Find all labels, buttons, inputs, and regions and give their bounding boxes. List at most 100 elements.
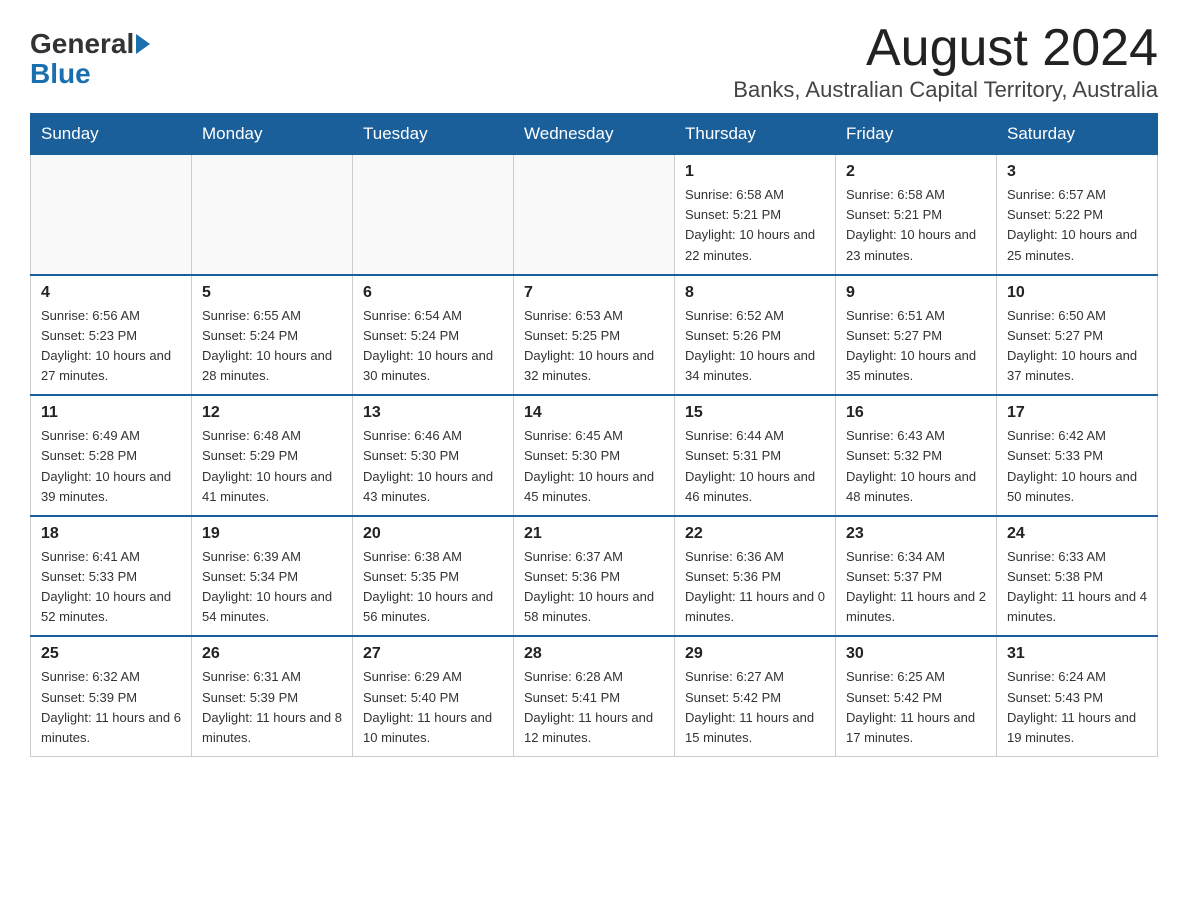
day-number: 4 xyxy=(41,284,181,302)
logo-general: General xyxy=(30,30,134,58)
month-title: August 2024 xyxy=(733,20,1158,77)
day-info: Sunrise: 6:41 AM Sunset: 5:33 PM Dayligh… xyxy=(41,547,181,628)
day-info: Sunrise: 6:58 AM Sunset: 5:21 PM Dayligh… xyxy=(846,185,986,266)
calendar-header-tuesday: Tuesday xyxy=(353,114,514,155)
logo: General Blue xyxy=(30,30,150,90)
day-number: 28 xyxy=(524,645,664,663)
day-info: Sunrise: 6:38 AM Sunset: 5:35 PM Dayligh… xyxy=(363,547,503,628)
calendar-week-row: 4Sunrise: 6:56 AM Sunset: 5:23 PM Daylig… xyxy=(31,275,1158,396)
calendar-cell: 3 Sunrise: 6:57 AM Sunset: 5:22 PM Daylig… xyxy=(997,155,1158,275)
day-info: Sunrise: 6:27 AM Sunset: 5:42 PM Dayligh… xyxy=(685,667,825,748)
calendar-header-thursday: Thursday xyxy=(675,114,836,155)
day-number: 19 xyxy=(202,525,342,543)
calendar-cell: 21Sunrise: 6:37 AM Sunset: 5:36 PM Dayli… xyxy=(514,516,675,637)
day-number: 15 xyxy=(685,404,825,422)
day-number: 27 xyxy=(363,645,503,663)
day-info: Sunrise: 6:31 AM Sunset: 5:39 PM Dayligh… xyxy=(202,667,342,748)
day-info: Sunrise: 6:54 AM Sunset: 5:24 PM Dayligh… xyxy=(363,306,503,387)
day-info: Sunrise: 6:25 AM Sunset: 5:42 PM Dayligh… xyxy=(846,667,986,748)
calendar-cell: 26 Sunrise: 6:31 AM Sunset: 5:39 PM Dayli… xyxy=(192,636,353,756)
day-number: 20 xyxy=(363,525,503,543)
calendar-cell: 28Sunrise: 6:28 AM Sunset: 5:41 PM Dayli… xyxy=(514,636,675,756)
calendar-cell: 19 Sunrise: 6:39 AM Sunset: 5:34 PM Dayli… xyxy=(192,516,353,637)
calendar-cell: 29 Sunrise: 6:27 AM Sunset: 5:42 PM Dayli… xyxy=(675,636,836,756)
title-area: August 2024 Banks, Australian Capital Te… xyxy=(733,20,1158,103)
day-info: Sunrise: 6:44 AM Sunset: 5:31 PM Dayligh… xyxy=(685,426,825,507)
day-info: Sunrise: 6:29 AM Sunset: 5:40 PM Dayligh… xyxy=(363,667,503,748)
calendar-cell: 9Sunrise: 6:51 AM Sunset: 5:27 PM Daylig… xyxy=(836,275,997,396)
header: General Blue August 2024 Banks, Australi… xyxy=(30,20,1158,103)
day-number: 22 xyxy=(685,525,825,543)
day-number: 16 xyxy=(846,404,986,422)
calendar-cell: 12Sunrise: 6:48 AM Sunset: 5:29 PM Dayli… xyxy=(192,395,353,516)
calendar-header-row: SundayMondayTuesdayWednesdayThursdayFrid… xyxy=(31,114,1158,155)
day-info: Sunrise: 6:57 AM Sunset: 5:22 PM Dayligh… xyxy=(1007,185,1147,266)
day-info: Sunrise: 6:24 AM Sunset: 5:43 PM Dayligh… xyxy=(1007,667,1147,748)
day-number: 7 xyxy=(524,284,664,302)
day-info: Sunrise: 6:36 AM Sunset: 5:36 PM Dayligh… xyxy=(685,547,825,628)
calendar-cell: 7 Sunrise: 6:53 AM Sunset: 5:25 PM Daylig… xyxy=(514,275,675,396)
calendar-header-sunday: Sunday xyxy=(31,114,192,155)
calendar-cell: 20 Sunrise: 6:38 AM Sunset: 5:35 PM Dayli… xyxy=(353,516,514,637)
calendar-cell: 31 Sunrise: 6:24 AM Sunset: 5:43 PM Dayli… xyxy=(997,636,1158,756)
day-number: 11 xyxy=(41,404,181,422)
calendar-cell: 24Sunrise: 6:33 AM Sunset: 5:38 PM Dayli… xyxy=(997,516,1158,637)
calendar-cell: 5Sunrise: 6:55 AM Sunset: 5:24 PM Daylig… xyxy=(192,275,353,396)
day-number: 26 xyxy=(202,645,342,663)
day-info: Sunrise: 6:52 AM Sunset: 5:26 PM Dayligh… xyxy=(685,306,825,387)
day-number: 25 xyxy=(41,645,181,663)
location-title: Banks, Australian Capital Territory, Aus… xyxy=(733,77,1158,103)
calendar-header-saturday: Saturday xyxy=(997,114,1158,155)
calendar-cell: 27 Sunrise: 6:29 AM Sunset: 5:40 PM Dayli… xyxy=(353,636,514,756)
day-number: 9 xyxy=(846,284,986,302)
calendar-cell: 30 Sunrise: 6:25 AM Sunset: 5:42 PM Dayli… xyxy=(836,636,997,756)
calendar-cell xyxy=(31,155,192,275)
calendar-week-row: 18 Sunrise: 6:41 AM Sunset: 5:33 PM Dayli… xyxy=(31,516,1158,637)
calendar-cell: 15 Sunrise: 6:44 AM Sunset: 5:31 PM Dayli… xyxy=(675,395,836,516)
calendar-cell: 16 Sunrise: 6:43 AM Sunset: 5:32 PM Dayli… xyxy=(836,395,997,516)
calendar-cell: 17 Sunrise: 6:42 AM Sunset: 5:33 PM Dayli… xyxy=(997,395,1158,516)
calendar-header-wednesday: Wednesday xyxy=(514,114,675,155)
calendar-table: SundayMondayTuesdayWednesdayThursdayFrid… xyxy=(30,113,1158,757)
calendar-cell: 4Sunrise: 6:56 AM Sunset: 5:23 PM Daylig… xyxy=(31,275,192,396)
day-number: 30 xyxy=(846,645,986,663)
day-info: Sunrise: 6:49 AM Sunset: 5:28 PM Dayligh… xyxy=(41,426,181,507)
day-number: 8 xyxy=(685,284,825,302)
day-number: 10 xyxy=(1007,284,1147,302)
day-number: 18 xyxy=(41,525,181,543)
logo-blue: Blue xyxy=(30,58,91,90)
calendar-cell xyxy=(353,155,514,275)
calendar-cell: 18 Sunrise: 6:41 AM Sunset: 5:33 PM Dayli… xyxy=(31,516,192,637)
calendar-week-row: 11 Sunrise: 6:49 AM Sunset: 5:28 PM Dayli… xyxy=(31,395,1158,516)
day-info: Sunrise: 6:48 AM Sunset: 5:29 PM Dayligh… xyxy=(202,426,342,507)
day-info: Sunrise: 6:39 AM Sunset: 5:34 PM Dayligh… xyxy=(202,547,342,628)
calendar-cell: 6Sunrise: 6:54 AM Sunset: 5:24 PM Daylig… xyxy=(353,275,514,396)
day-number: 24 xyxy=(1007,525,1147,543)
calendar-cell: 1Sunrise: 6:58 AM Sunset: 5:21 PM Daylig… xyxy=(675,155,836,275)
day-info: Sunrise: 6:55 AM Sunset: 5:24 PM Dayligh… xyxy=(202,306,342,387)
day-info: Sunrise: 6:53 AM Sunset: 5:25 PM Dayligh… xyxy=(524,306,664,387)
calendar-cell: 10Sunrise: 6:50 AM Sunset: 5:27 PM Dayli… xyxy=(997,275,1158,396)
calendar-cell: 8 Sunrise: 6:52 AM Sunset: 5:26 PM Daylig… xyxy=(675,275,836,396)
day-info: Sunrise: 6:32 AM Sunset: 5:39 PM Dayligh… xyxy=(41,667,181,748)
logo-arrow-icon xyxy=(136,34,150,54)
calendar-header-friday: Friday xyxy=(836,114,997,155)
day-info: Sunrise: 6:42 AM Sunset: 5:33 PM Dayligh… xyxy=(1007,426,1147,507)
day-number: 14 xyxy=(524,404,664,422)
day-info: Sunrise: 6:46 AM Sunset: 5:30 PM Dayligh… xyxy=(363,426,503,507)
day-number: 23 xyxy=(846,525,986,543)
calendar-cell: 2Sunrise: 6:58 AM Sunset: 5:21 PM Daylig… xyxy=(836,155,997,275)
calendar-cell: 23 Sunrise: 6:34 AM Sunset: 5:37 PM Dayli… xyxy=(836,516,997,637)
day-number: 1 xyxy=(685,163,825,181)
day-info: Sunrise: 6:45 AM Sunset: 5:30 PM Dayligh… xyxy=(524,426,664,507)
calendar-cell: 22 Sunrise: 6:36 AM Sunset: 5:36 PM Dayli… xyxy=(675,516,836,637)
day-number: 3 xyxy=(1007,163,1147,181)
day-number: 17 xyxy=(1007,404,1147,422)
day-number: 13 xyxy=(363,404,503,422)
day-info: Sunrise: 6:34 AM Sunset: 5:37 PM Dayligh… xyxy=(846,547,986,628)
day-info: Sunrise: 6:43 AM Sunset: 5:32 PM Dayligh… xyxy=(846,426,986,507)
day-number: 29 xyxy=(685,645,825,663)
day-info: Sunrise: 6:37 AM Sunset: 5:36 PM Dayligh… xyxy=(524,547,664,628)
calendar-cell: 11 Sunrise: 6:49 AM Sunset: 5:28 PM Dayli… xyxy=(31,395,192,516)
day-number: 31 xyxy=(1007,645,1147,663)
